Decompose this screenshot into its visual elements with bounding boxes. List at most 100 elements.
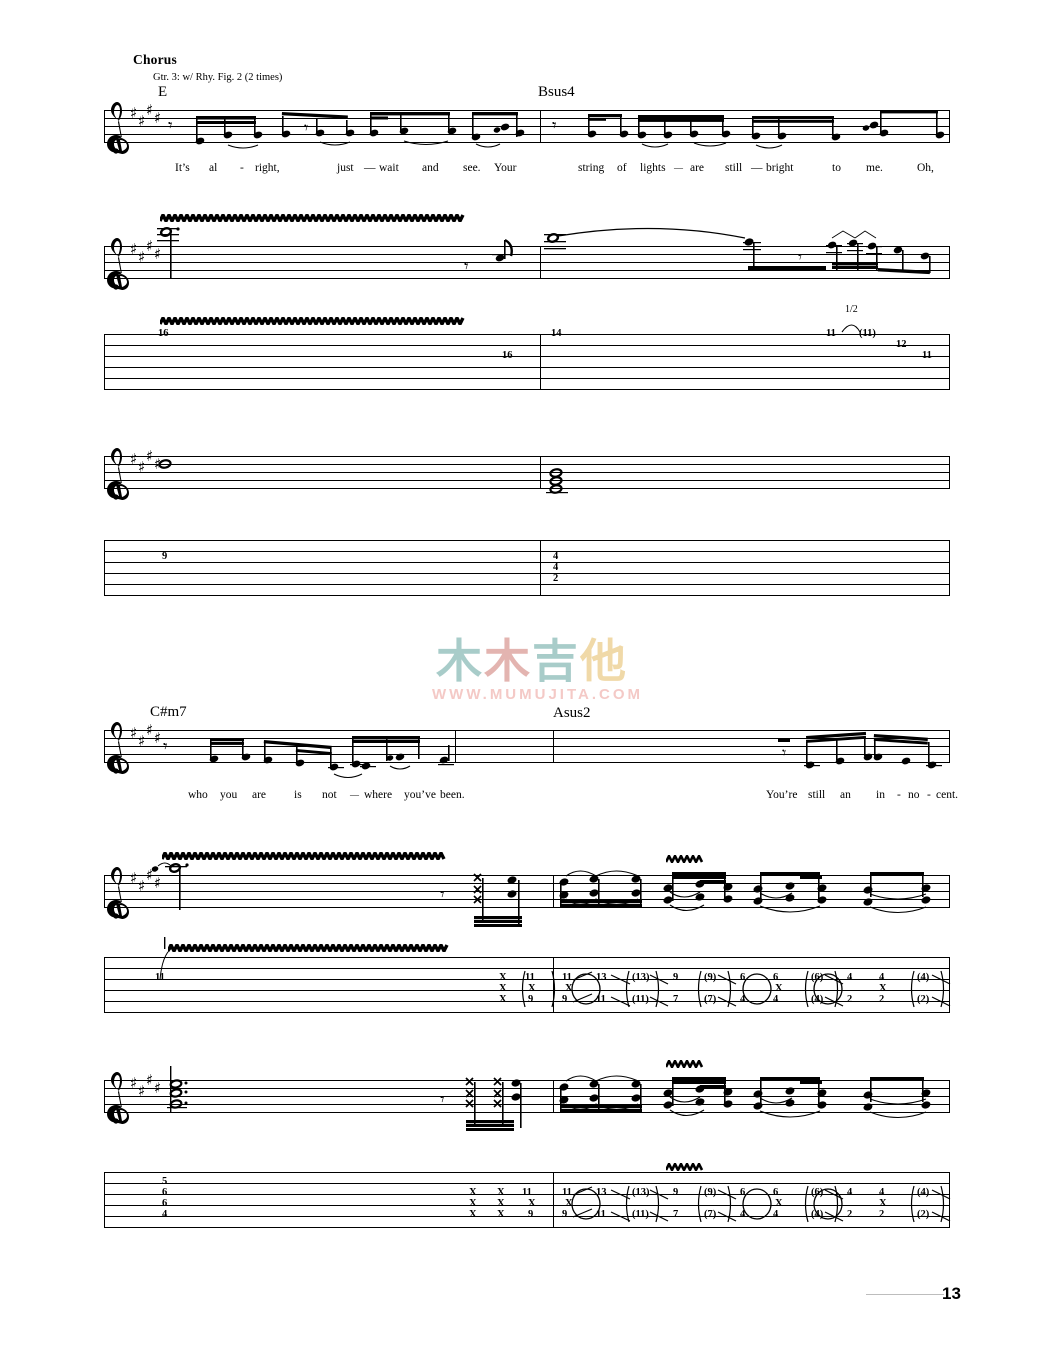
barline — [104, 1172, 106, 1228]
tab-fret-number: 16 — [502, 350, 513, 361]
treble-clef-icon — [105, 447, 131, 501]
barline — [553, 1172, 555, 1228]
tab-fret-number: 4 — [773, 1209, 779, 1220]
tab-fret-number: X — [497, 1209, 505, 1220]
barline — [455, 730, 457, 763]
section-label-chorus: Chorus — [133, 52, 177, 67]
barline — [540, 540, 542, 596]
tab-fret-number: 2 — [847, 1209, 853, 1220]
tab-fret-number: 11 — [155, 972, 165, 983]
page-number: 13 — [942, 1284, 961, 1303]
tab-fret-number: 6 — [162, 1187, 168, 1198]
tab-fret-number: 4 — [162, 1209, 168, 1220]
chord-symbol-bsus4: Bsus4 — [538, 84, 575, 100]
tab-fret-number: X — [469, 1209, 477, 1220]
vibrato-line-short — [666, 1163, 704, 1171]
tab-fret-number: (4) — [811, 994, 824, 1005]
treble-clef-icon — [105, 866, 131, 920]
barline — [949, 110, 951, 143]
tab-fret-number: 5 — [162, 1176, 168, 1187]
gtr3-notation-staff-system-1 — [104, 456, 950, 489]
vibrato-line — [160, 214, 466, 222]
tab-fret-number: 4 — [553, 562, 559, 573]
tab-fret-number: 4 — [847, 972, 853, 983]
tab-fret-number: 2 — [879, 1209, 885, 1220]
tab-fret-number: 2 — [847, 994, 853, 1005]
treble-clef-icon — [105, 237, 131, 291]
vocal-staff-system-1 — [104, 110, 950, 143]
watermark-url: WWW.MUMUJITA.COM — [432, 686, 644, 703]
tab-fret-number: X — [497, 1198, 505, 1209]
barline — [949, 246, 951, 279]
vibrato-line-short — [666, 1060, 704, 1068]
tab-fret-number: 4 — [740, 1209, 746, 1220]
tab-fret-number: 11 — [525, 972, 535, 983]
tab-fret-number: 11 — [922, 350, 932, 361]
tab-fret-number: (13) — [632, 1187, 650, 1198]
tab-fret-number: 11 — [596, 1209, 606, 1220]
tab-fret-number: 4 — [847, 1187, 853, 1198]
tab-fret-number: 4 — [879, 972, 885, 983]
tab-fret-number: 6 — [740, 1187, 746, 1198]
chord-symbol-csharpm7: C#m7 — [150, 704, 187, 720]
tab-fret-number: 12 — [896, 339, 907, 350]
tab-fret-number: (11) — [859, 328, 876, 339]
barline — [949, 540, 951, 596]
tab-fret-number: X — [879, 1198, 887, 1209]
bend-amount-label: 1/2 — [845, 304, 858, 315]
tab-fret-number: (7) — [704, 994, 717, 1005]
tab-fret-number: 11 — [522, 1187, 532, 1198]
tab-fret-number: 9 — [528, 994, 534, 1005]
tab-fret-number: (13) — [632, 972, 650, 983]
barline — [949, 334, 951, 390]
vocal-staff-system-2 — [104, 730, 950, 763]
barline — [553, 875, 555, 908]
tab-fret-number: 2 — [879, 994, 885, 1005]
tab-fret-number: X — [775, 1198, 783, 1209]
tab-fret-number: 7 — [673, 1209, 679, 1220]
tab-fret-number: 6 — [773, 972, 779, 983]
chord-symbol-asus2: Asus2 — [553, 705, 591, 721]
tab-fret-number: X — [775, 983, 783, 994]
score-page: Chorus Gtr. 3: w/ Rhy. Fig. 2 (2 times) … — [0, 0, 1054, 1364]
tab-fret-number: 9 — [562, 1209, 568, 1220]
barline — [104, 540, 106, 596]
vibrato-line — [162, 852, 448, 860]
performance-note: Gtr. 3: w/ Rhy. Fig. 2 (2 times) — [153, 72, 283, 83]
watermark-char: 木 — [484, 634, 532, 688]
vibrato-line — [168, 944, 450, 952]
barline — [104, 334, 106, 390]
tab-fret-number: (7) — [704, 1209, 717, 1220]
tab-fret-number: X — [528, 983, 536, 994]
tab-fret-number: X — [565, 983, 573, 994]
barline — [949, 456, 951, 489]
barline — [540, 246, 542, 279]
barline — [540, 334, 542, 390]
tab-fret-number: (9) — [704, 1187, 717, 1198]
tab-fret-number: 11 — [562, 972, 572, 983]
tab-fret-number: 4 — [740, 994, 746, 1005]
tab-fret-number: 13 — [596, 972, 607, 983]
vibrato-line-short — [666, 855, 704, 863]
tab-fret-number: X — [499, 994, 507, 1005]
gtr2-notation-staff-system-1 — [104, 246, 950, 279]
tab-fret-number: X — [499, 972, 507, 983]
tab-fret-number: 6 — [740, 972, 746, 983]
tab-fret-number: X — [879, 983, 887, 994]
tab-fret-number: 11 — [826, 328, 836, 339]
tab-fret-number: (6) — [811, 972, 824, 983]
barline — [949, 1080, 951, 1113]
gtr3-tab-numbers-system-2: 5 6 6 4 X X X X X X 11 X 9 11 X 9 13 11 … — [0, 0, 1054, 1219]
barline — [949, 957, 951, 1013]
tab-fret-number: 13 — [596, 1187, 607, 1198]
treble-clef-icon — [105, 101, 131, 155]
tab-fret-number: X — [528, 1198, 536, 1209]
tab-fret-number: 9 — [162, 551, 168, 562]
tab-fret-number: X — [565, 1198, 573, 1209]
barline — [553, 957, 555, 1013]
watermark-char: 木 — [436, 634, 484, 688]
tab-fret-number: 6 — [773, 1187, 779, 1198]
treble-clef-icon — [105, 721, 131, 775]
tab-fret-number: X — [499, 983, 507, 994]
tab-fret-number: 4 — [879, 1187, 885, 1198]
